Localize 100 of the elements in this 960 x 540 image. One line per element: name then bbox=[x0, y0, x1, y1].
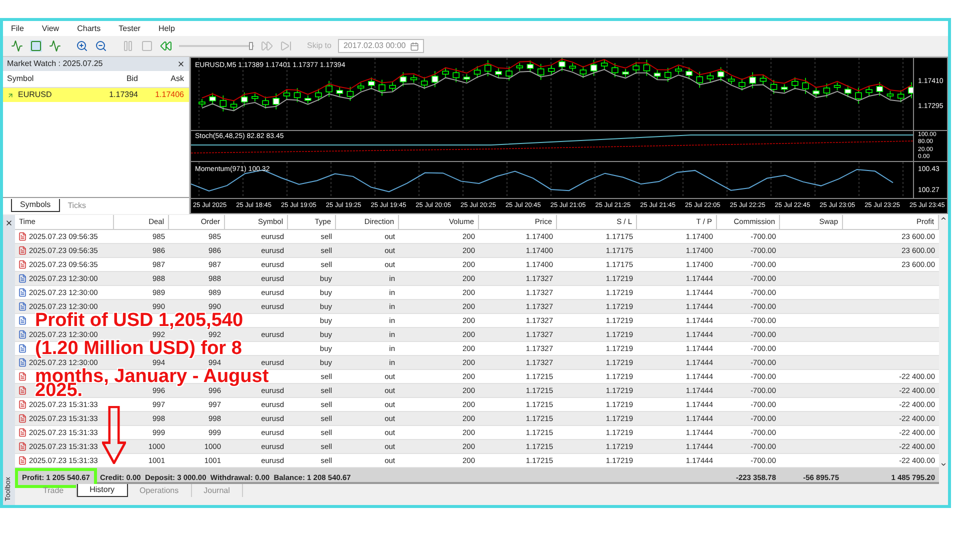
candlestick bbox=[844, 84, 852, 98]
menu-item[interactable]: Help bbox=[158, 22, 175, 34]
up-arrow-icon bbox=[7, 92, 14, 98]
menu-item[interactable]: View bbox=[42, 22, 60, 34]
deal-icon bbox=[18, 330, 27, 339]
candlestick bbox=[537, 63, 544, 80]
deal-icon bbox=[18, 344, 27, 353]
candlestick bbox=[230, 100, 238, 112]
candlestick bbox=[897, 90, 904, 103]
bid-price: 1.17394 bbox=[108, 89, 139, 101]
deal-icon bbox=[18, 400, 27, 409]
candlestick bbox=[686, 66, 692, 80]
zoom-out-icon[interactable] bbox=[95, 40, 107, 52]
candlestick bbox=[420, 76, 428, 90]
candlestick bbox=[908, 82, 913, 99]
candlestick bbox=[823, 83, 830, 98]
candlestick bbox=[410, 74, 418, 84]
candlestick bbox=[802, 77, 809, 94]
deal-icon bbox=[18, 442, 27, 451]
annotation-text: Profit of USD 1,205,540 bbox=[35, 311, 244, 330]
menu-item[interactable]: File bbox=[11, 22, 24, 34]
deal-icon bbox=[18, 372, 27, 381]
candlestick bbox=[294, 88, 301, 103]
candlestick bbox=[304, 94, 312, 104]
menu-item[interactable]: Tester bbox=[118, 22, 140, 34]
deal-icon bbox=[18, 232, 27, 241]
candlestick bbox=[696, 71, 704, 88]
candlestick bbox=[389, 81, 396, 92]
candlestick bbox=[558, 58, 566, 72]
candlestick bbox=[728, 76, 735, 85]
panel-tab[interactable]: Symbols bbox=[11, 199, 60, 212]
speed-slider[interactable] bbox=[179, 42, 254, 50]
deal-icon bbox=[18, 246, 27, 255]
candlestick bbox=[463, 74, 470, 83]
candlestick bbox=[336, 86, 344, 98]
candlestick bbox=[548, 64, 555, 76]
candlestick bbox=[198, 98, 206, 108]
close-icon[interactable] bbox=[177, 60, 185, 68]
candlestick bbox=[400, 72, 407, 87]
candlestick bbox=[792, 76, 798, 90]
deal-icon bbox=[18, 456, 27, 465]
candlestick bbox=[442, 67, 449, 78]
candlestick bbox=[452, 68, 460, 83]
deal-icon bbox=[18, 274, 27, 283]
candlestick bbox=[506, 66, 512, 81]
calendar-icon[interactable] bbox=[410, 42, 419, 50]
candlestick bbox=[378, 79, 386, 96]
candlestick bbox=[590, 60, 598, 76]
candlestick bbox=[432, 70, 438, 88]
candlestick bbox=[580, 66, 587, 78]
menu-item[interactable]: Charts bbox=[77, 22, 101, 34]
candlestick bbox=[866, 86, 872, 97]
symbol-row[interactable]: EURUSD 1.17394 1.17406 bbox=[3, 88, 189, 102]
panel-title: Market Watch : 2025.07.25 bbox=[7, 58, 103, 70]
rewind-icon[interactable] bbox=[160, 40, 172, 52]
column-header[interactable]: Ask bbox=[142, 73, 188, 85]
close-icon[interactable] bbox=[5, 219, 13, 227]
scrollbar[interactable] bbox=[939, 215, 948, 468]
deal-icon bbox=[18, 302, 27, 311]
candlestick bbox=[272, 93, 280, 110]
candlestick bbox=[315, 88, 322, 102]
candlestick bbox=[474, 66, 481, 79]
candlestick bbox=[346, 86, 354, 102]
deal-icon bbox=[18, 316, 27, 325]
candlestick bbox=[220, 95, 227, 112]
down-arrow-icon bbox=[102, 406, 126, 464]
candlestick bbox=[760, 74, 767, 86]
candlestick bbox=[886, 90, 894, 100]
candlestick bbox=[252, 93, 258, 102]
candlestick bbox=[622, 68, 629, 78]
candlestick bbox=[664, 67, 672, 82]
candlestick bbox=[240, 92, 248, 107]
candlestick bbox=[283, 89, 290, 100]
line-chart-icon[interactable] bbox=[49, 40, 61, 52]
candlestick bbox=[738, 78, 746, 91]
scroll-down-icon[interactable] bbox=[940, 461, 947, 468]
candlestick bbox=[262, 96, 269, 110]
candlestick bbox=[717, 66, 724, 82]
candlestick bbox=[675, 66, 682, 74]
candlestick bbox=[326, 80, 332, 98]
candlestick bbox=[368, 77, 375, 90]
candlestick bbox=[569, 62, 576, 72]
symbol-name: EURUSD bbox=[18, 89, 52, 101]
skip-to-label: Skip to bbox=[307, 40, 332, 52]
panel-tab[interactable]: Ticks bbox=[60, 199, 94, 212]
deal-icon bbox=[18, 288, 27, 297]
scroll-up-icon[interactable] bbox=[940, 215, 947, 222]
column-header[interactable]: Bid bbox=[95, 73, 142, 85]
toolbox-tab[interactable]: History bbox=[76, 484, 128, 497]
column-header[interactable]: Symbol bbox=[3, 73, 95, 85]
zoom-in-icon[interactable] bbox=[76, 40, 88, 52]
candlestick bbox=[654, 69, 661, 80]
date-field[interactable]: 2017.02.03 00:00 bbox=[338, 39, 424, 53]
deal-icon bbox=[18, 358, 27, 367]
deal-icon bbox=[18, 414, 27, 423]
deal-icon bbox=[18, 386, 27, 395]
candlestick bbox=[749, 72, 756, 89]
candlestick bbox=[876, 82, 884, 96]
candlestick bbox=[516, 62, 524, 72]
candlestick bbox=[484, 60, 492, 77]
